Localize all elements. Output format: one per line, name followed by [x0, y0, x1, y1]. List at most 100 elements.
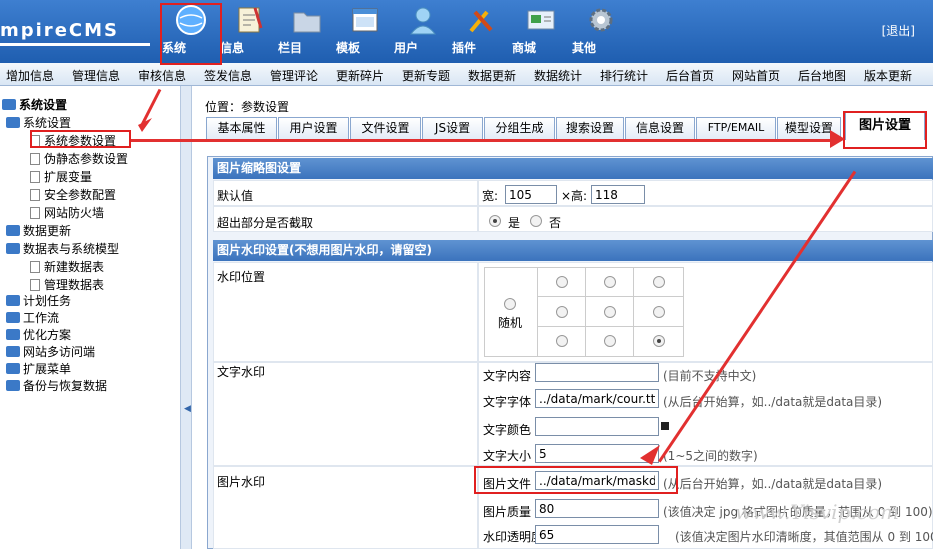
tree-label: 网站多访问端	[23, 345, 96, 359]
tree-backup[interactable]: 备份与恢复数据	[6, 377, 107, 394]
pos-random-radio[interactable]	[504, 298, 516, 310]
tab-file[interactable]: 文件设置	[350, 117, 421, 139]
tree-plan-tasks[interactable]: 计划任务	[6, 292, 71, 309]
tab-model[interactable]: 模型设置	[777, 117, 841, 139]
watermark-alpha-input[interactable]	[535, 525, 659, 544]
image-quality-input[interactable]	[535, 499, 659, 518]
folder-icon	[6, 295, 20, 306]
pos-radio[interactable]	[653, 335, 665, 347]
nav-column[interactable]: 栏目	[278, 0, 336, 63]
tree-item-new-table[interactable]: 新建数据表	[30, 258, 104, 275]
text-color-input[interactable]	[535, 417, 659, 436]
menu-manage-info[interactable]: 管理信息	[72, 67, 120, 84]
pos-radio[interactable]	[653, 306, 665, 318]
file-hint: (从后台开始算，如../data就是data目录)	[663, 477, 883, 491]
menu-site-home[interactable]: 网站首页	[732, 67, 780, 84]
thumb-width-input[interactable]	[505, 185, 557, 204]
menu-admin-map[interactable]: 后台地图	[798, 67, 846, 84]
tools-icon	[469, 10, 493, 33]
page-icon	[30, 171, 40, 183]
menu-sign-info[interactable]: 签发信息	[204, 67, 252, 84]
tree-label: 系统设置	[19, 98, 68, 112]
folder-icon	[6, 363, 20, 374]
folder-icon	[6, 243, 20, 254]
section-thumbnail: 图片缩略图设置	[213, 158, 933, 179]
tree-label: 优化方案	[23, 328, 72, 342]
tree-data-update[interactable]: 数据更新	[6, 222, 71, 239]
sidebar-splitter[interactable]: ◀	[180, 86, 192, 549]
pos-radio[interactable]	[604, 306, 616, 318]
tree-group-tables[interactable]: 数据表与系统模型	[6, 240, 119, 257]
tree-label: 伪静态参数设置	[44, 152, 129, 166]
tab-basic[interactable]: 基本属性	[206, 117, 277, 139]
collapse-arrow-icon[interactable]: ◀	[184, 404, 191, 414]
page-icon	[30, 153, 40, 165]
brand-logo: mpireCMS	[0, 20, 119, 41]
color-picker-icon[interactable]	[661, 422, 669, 430]
menu-version-update[interactable]: 版本更新	[864, 67, 912, 84]
menu-manage-comment[interactable]: 管理评论	[270, 67, 318, 84]
arrow-line	[131, 139, 831, 142]
logo-underline	[0, 43, 150, 46]
tab-info[interactable]: 信息设置	[625, 117, 695, 139]
highlight-image-file	[474, 466, 678, 494]
tree-item-firewall[interactable]: 网站防火墙	[30, 204, 104, 221]
tree-item-security[interactable]: 安全参数配置	[30, 186, 116, 203]
tab-ftp[interactable]: FTP/EMAIL	[696, 117, 776, 139]
crop-no-label: 否	[549, 216, 562, 230]
tab-user[interactable]: 用户设置	[278, 117, 349, 139]
menu-data-stats[interactable]: 数据统计	[534, 67, 582, 84]
thumb-height-input[interactable]	[591, 185, 645, 204]
tab-js[interactable]: JS设置	[422, 117, 483, 139]
nav-other[interactable]: 其他	[572, 0, 630, 63]
crop-yes-radio[interactable]	[489, 215, 501, 227]
content-hint: (目前不支持中文)	[663, 369, 757, 383]
page-icon	[30, 189, 40, 201]
tree-optimize[interactable]: 优化方案	[6, 326, 71, 343]
page-icon	[30, 207, 40, 219]
tree-label: 备份与恢复数据	[23, 379, 108, 393]
quality-label: 图片质量	[483, 505, 532, 519]
tree-root[interactable]: 系统设置	[2, 96, 67, 113]
folder-icon	[6, 346, 20, 357]
pos-radio[interactable]	[604, 335, 616, 347]
nav-user[interactable]: 用户	[394, 0, 452, 63]
tree-label: 网站防火墙	[44, 206, 105, 220]
pos-radio[interactable]	[653, 276, 665, 288]
pos-radio[interactable]	[556, 276, 568, 288]
nav-plugin[interactable]: 插件	[452, 0, 510, 63]
pos-radio[interactable]	[604, 276, 616, 288]
tree-item-ext-vars[interactable]: 扩展变量	[30, 168, 92, 185]
nav-info[interactable]: 信息	[220, 0, 278, 63]
menu-update-topic[interactable]: 更新专题	[402, 67, 450, 84]
nav-shop[interactable]: 商城	[512, 0, 570, 63]
nav-label: 插件	[452, 41, 477, 55]
section-watermark: 图片水印设置(不想用图片水印，请留空)	[213, 240, 933, 261]
menu-data-update[interactable]: 数据更新	[468, 67, 516, 84]
tree-group-system[interactable]: 系统设置	[6, 114, 71, 131]
pos-radio[interactable]	[556, 306, 568, 318]
text-content-input[interactable]	[535, 363, 659, 382]
tree-item-rewrite[interactable]: 伪静态参数设置	[30, 150, 128, 167]
tab-group[interactable]: 分组生成	[484, 117, 555, 139]
nav-label: 栏目	[278, 41, 303, 55]
menu-update-fragment[interactable]: 更新碎片	[336, 67, 384, 84]
menu-add-info[interactable]: 增加信息	[6, 67, 54, 84]
pos-radio[interactable]	[556, 335, 568, 347]
menu-rank-stats[interactable]: 排行统计	[600, 67, 648, 84]
text-font-input[interactable]	[535, 389, 659, 408]
tree-ext-menu[interactable]: 扩展菜单	[6, 360, 71, 377]
menu-admin-home[interactable]: 后台首页	[666, 67, 714, 84]
nav-template[interactable]: 模板	[336, 0, 394, 63]
folder-icon	[6, 312, 20, 323]
tree-label: 管理数据表	[44, 278, 105, 292]
tree-item-manage-table[interactable]: 管理数据表	[30, 276, 104, 293]
tab-search[interactable]: 搜索设置	[556, 117, 624, 139]
card-icon	[527, 10, 555, 30]
text-size-input[interactable]	[535, 444, 659, 463]
tree-workflow[interactable]: 工作流	[6, 309, 59, 326]
tree-multi-access[interactable]: 网站多访问端	[6, 343, 95, 360]
crop-no-radio[interactable]	[530, 215, 542, 227]
menu-audit-info[interactable]: 审核信息	[138, 67, 186, 84]
logout-link[interactable]: [退出]	[882, 22, 915, 39]
